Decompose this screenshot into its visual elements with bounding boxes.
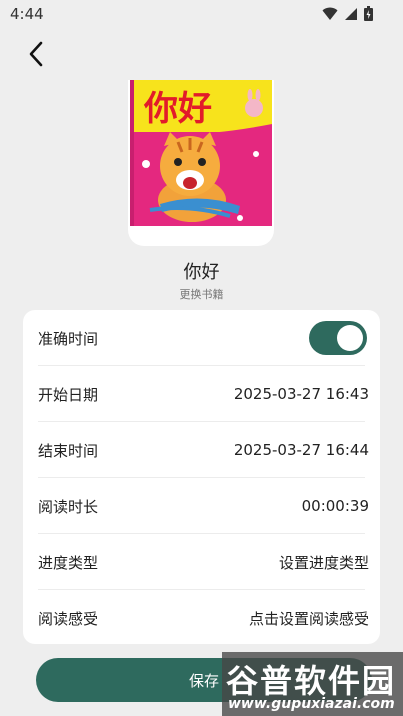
status-icons — [322, 6, 373, 21]
cover-title-text: 你好 — [143, 89, 212, 129]
reading-feeling-row[interactable]: 阅读感受 点击设置阅读感受 — [38, 590, 369, 646]
start-date-value: 2025-03-27 16:43 — [233, 385, 369, 403]
progress-type-label: 进度类型 — [38, 553, 99, 572]
start-date-label: 开始日期 — [38, 385, 99, 404]
end-time-value: 2025-03-27 16:44 — [233, 441, 369, 459]
back-button[interactable] — [22, 38, 50, 70]
book-title: 你好 — [183, 262, 220, 283]
progress-type-value: 设置进度类型 — [278, 553, 369, 572]
reading-feeling-label: 阅读感受 — [38, 609, 99, 628]
toggle-knob — [337, 325, 363, 351]
accurate-time-row: 准确时间 — [38, 310, 367, 366]
signal-icon — [345, 7, 357, 20]
chevron-left-icon — [29, 41, 43, 67]
book-cover-image: 你好 — [130, 80, 272, 226]
reading-duration-value: 00:00:39 — [301, 497, 369, 515]
end-time-row[interactable]: 结束时间 2025-03-27 16:44 — [38, 422, 369, 478]
start-date-row[interactable]: 开始日期 2025-03-27 16:43 — [38, 366, 369, 422]
reading-duration-label: 阅读时长 — [38, 497, 99, 516]
progress-type-row[interactable]: 进度类型 设置进度类型 — [38, 534, 369, 590]
reading-duration-row[interactable]: 阅读时长 00:00:39 — [38, 478, 369, 534]
watermark: 谷普软件园 www.gupuxiazai.com — [222, 652, 403, 716]
status-time: 4:44 — [10, 5, 44, 23]
status-bar: 4:44 — [0, 0, 403, 28]
reading-feeling-value: 点击设置阅读感受 — [248, 609, 369, 628]
book-cover-card[interactable]: 你好 — [128, 80, 274, 246]
accurate-time-label: 准确时间 — [38, 329, 99, 348]
accurate-time-toggle[interactable] — [309, 321, 367, 355]
battery-icon — [364, 6, 373, 21]
watermark-url: www.gupuxiazai.com — [228, 696, 395, 712]
reading-record-panel: 准确时间 开始日期 2025-03-27 16:43 结束时间 2025-03-… — [23, 310, 380, 644]
end-time-label: 结束时间 — [38, 441, 99, 460]
change-book-link[interactable]: 更换书籍 — [0, 286, 403, 302]
wifi-icon — [322, 7, 338, 20]
